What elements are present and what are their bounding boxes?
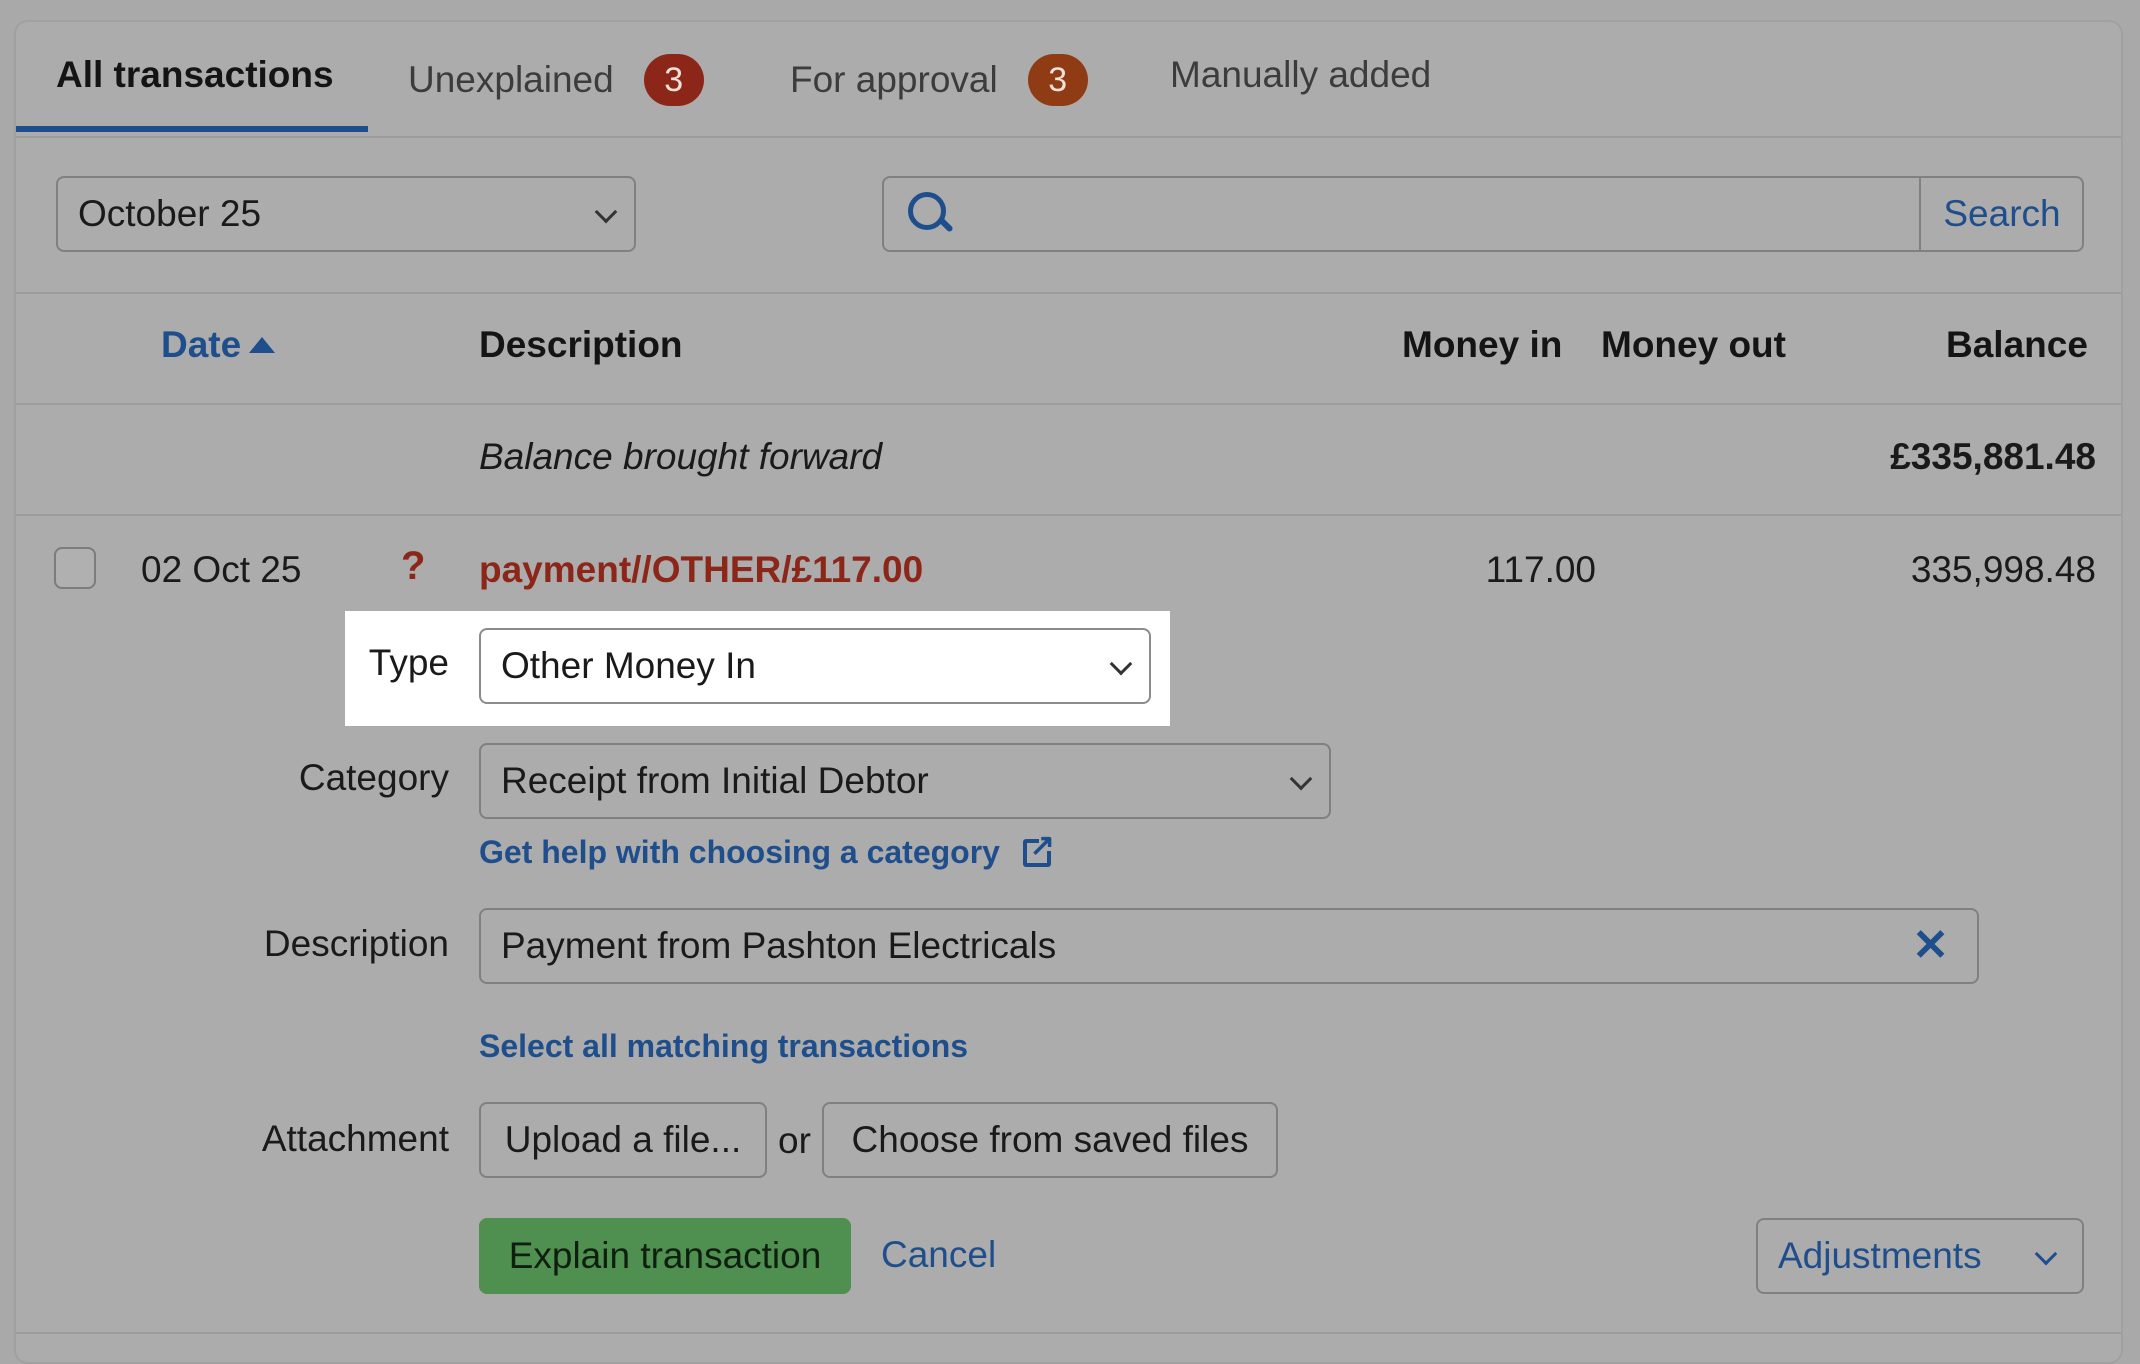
balance-brought-forward-label: Balance brought forward	[479, 436, 883, 477]
row-balance: 335,998.48	[1910, 549, 2096, 590]
money-out-column-header: Money out	[1601, 324, 1786, 365]
tab-bar: All transactions Unexplained 3 For appro…	[16, 22, 2121, 138]
money-in-column-header: Money in	[1402, 324, 1563, 365]
attachment-label: Attachment	[261, 1118, 449, 1159]
unexplained-count-badge: 3	[643, 54, 704, 106]
cancel-link[interactable]: Cancel	[881, 1234, 996, 1276]
tab-manually-added[interactable]: Manually added	[1170, 54, 1431, 96]
sort-ascending-icon	[249, 337, 276, 353]
date-column-header[interactable]: Date	[161, 324, 276, 366]
type-select[interactable]: Other Money In	[479, 628, 1151, 704]
choose-saved-files-button[interactable]: Choose from saved files	[822, 1102, 1278, 1178]
description-input[interactable]: Payment from Pashton Electricals ✕	[479, 908, 1979, 984]
row-checkbox[interactable]	[54, 547, 96, 589]
adjustments-button[interactable]: Adjustments	[1756, 1218, 2084, 1294]
unexplained-status-icon: ?	[401, 544, 426, 588]
row-money-in: 117.00	[1485, 549, 1596, 590]
tab-label: For approval	[790, 59, 998, 100]
category-value: Receipt from Initial Debtor	[501, 760, 929, 801]
description-value: Payment from Pashton Electricals	[501, 925, 1057, 966]
divider	[16, 514, 2121, 516]
select-matching-link[interactable]: Select all matching transactions	[479, 1028, 968, 1065]
category-label: Category	[298, 757, 449, 798]
chevron-down-icon	[1289, 767, 1313, 791]
period-select[interactable]: October 25	[56, 176, 636, 252]
balance-column-header: Balance	[1946, 324, 2088, 365]
search-button[interactable]: Search	[1919, 178, 2083, 250]
chevron-down-icon	[594, 200, 618, 224]
category-select[interactable]: Receipt from Initial Debtor	[479, 743, 1331, 819]
search-input[interactable]: Search	[882, 176, 2084, 252]
transactions-panel: All transactions Unexplained 3 For appro…	[14, 20, 2123, 1364]
type-label: Type	[368, 642, 449, 683]
category-help-link-text: Get help with choosing a category	[479, 834, 1000, 870]
explain-transaction-button[interactable]: Explain transaction	[479, 1218, 851, 1294]
tab-unexplained[interactable]: Unexplained 3	[408, 54, 704, 106]
balance-brought-forward-value: £335,881.48	[1890, 436, 2096, 477]
tab-for-approval[interactable]: For approval 3	[790, 54, 1088, 106]
type-value: Other Money In	[501, 645, 757, 686]
divider	[16, 403, 2121, 405]
or-text: or	[778, 1120, 811, 1161]
tab-label: All transactions	[56, 54, 334, 95]
tab-label: Unexplained	[408, 59, 614, 100]
chevron-down-icon	[1109, 652, 1133, 676]
tab-all-transactions[interactable]: All transactions	[56, 54, 334, 96]
approval-count-badge: 3	[1027, 54, 1088, 106]
category-help-link[interactable]: Get help with choosing a category ↗	[479, 831, 1057, 871]
date-header-label: Date	[161, 324, 242, 365]
description-label: Description	[263, 923, 449, 964]
period-value: October 25	[78, 193, 262, 234]
description-column-header: Description	[479, 324, 683, 365]
tab-label: Manually added	[1170, 54, 1432, 95]
divider	[16, 292, 2121, 294]
row-date: 02 Oct 25	[141, 549, 302, 590]
adjustments-label: Adjustments	[1778, 1235, 1982, 1276]
clear-icon[interactable]: ✕	[1912, 920, 1949, 971]
row-description[interactable]: payment//OTHER/£117.00	[479, 549, 923, 591]
upload-file-button[interactable]: Upload a file...	[479, 1102, 767, 1178]
divider	[16, 1332, 2121, 1334]
external-link-icon: ↗	[1022, 831, 1057, 867]
search-icon-handle	[938, 217, 954, 233]
chevron-down-icon	[2034, 1242, 2058, 1266]
active-tab-indicator	[16, 126, 368, 132]
